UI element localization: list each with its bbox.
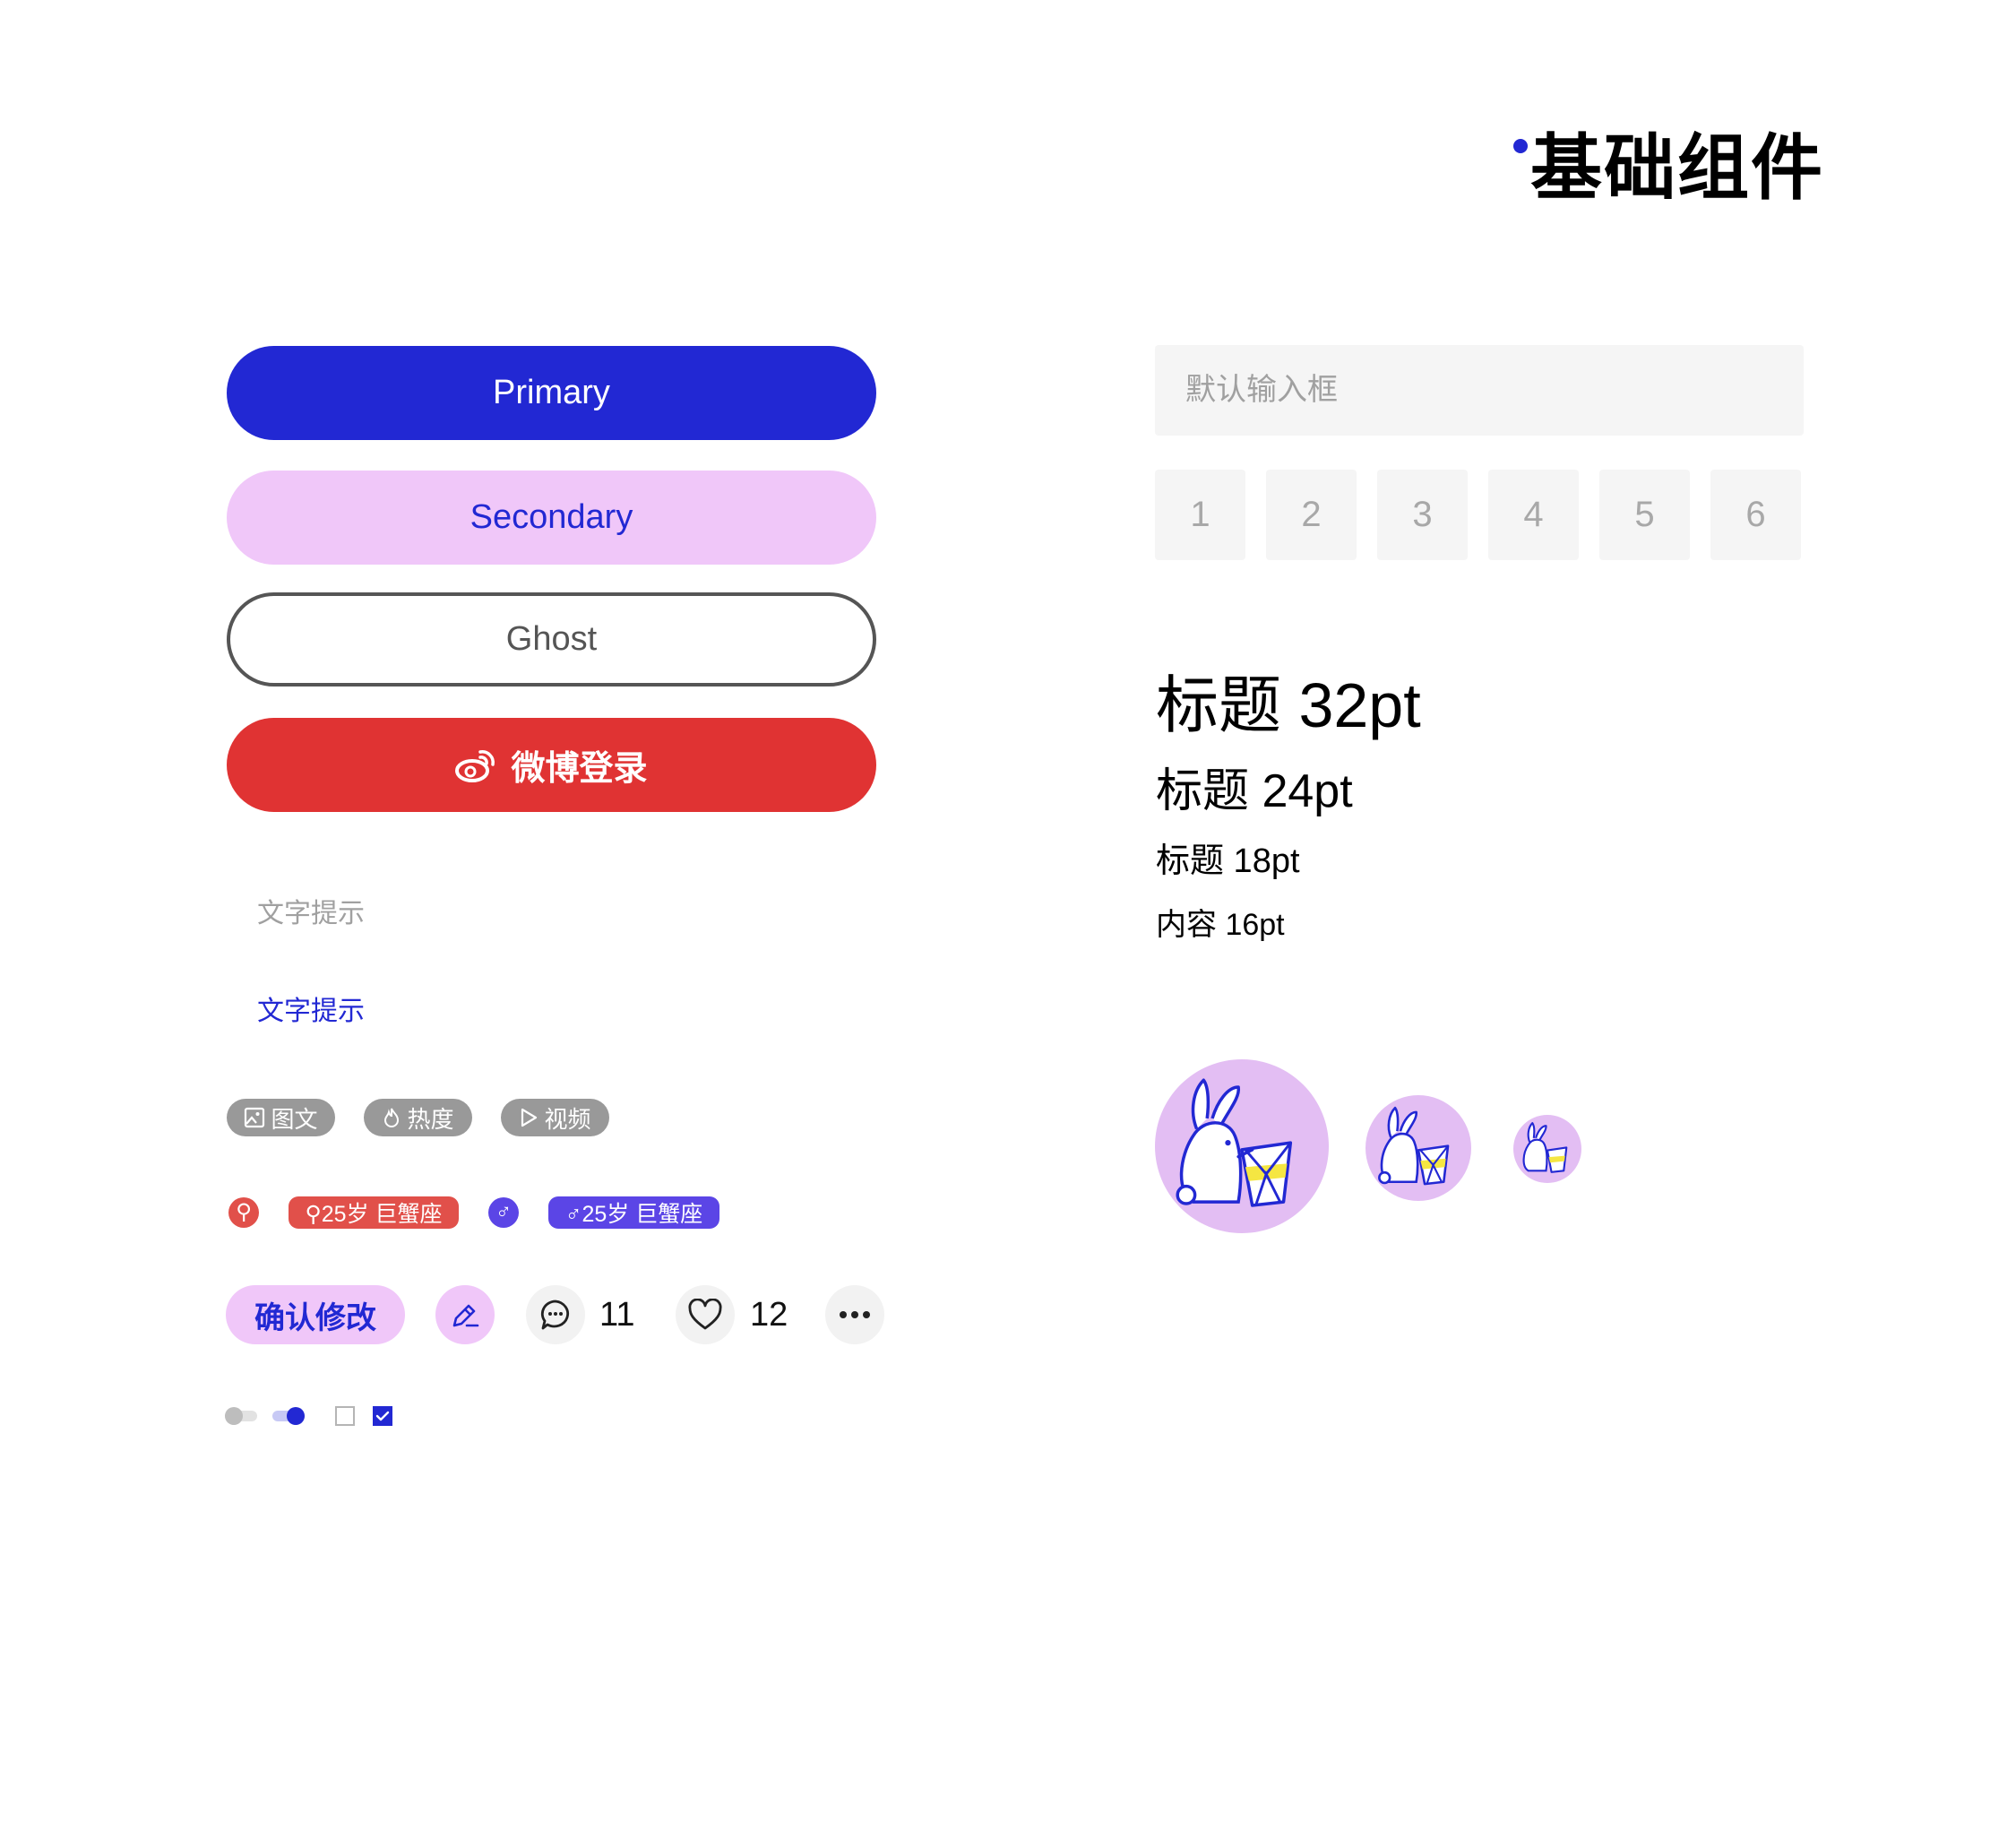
checkbox-unchecked[interactable]	[335, 1406, 355, 1426]
male-age-badge: ♂25岁 巨蟹座	[548, 1196, 719, 1229]
code-box-1[interactable]: 1	[1155, 470, 1245, 560]
title-accent-dot	[1513, 139, 1528, 153]
text-hint-link[interactable]: 文字提示	[257, 989, 365, 1028]
tag-label: 图文	[271, 1105, 318, 1133]
toggle-off[interactable]	[225, 1406, 257, 1426]
heart-icon	[688, 1299, 722, 1330]
more-button[interactable]	[825, 1285, 884, 1344]
flame-icon	[384, 1108, 400, 1127]
heading-24pt: 标题 24pt	[1156, 765, 1353, 817]
code-box-2[interactable]: 2	[1266, 470, 1357, 560]
like-button[interactable]	[676, 1285, 735, 1344]
comment-button[interactable]	[526, 1285, 585, 1344]
code-box-4[interactable]: 4	[1488, 470, 1579, 560]
edit-button[interactable]	[435, 1285, 495, 1344]
weibo-login-label: 微博登录	[511, 750, 648, 788]
tag-label: 热度	[407, 1105, 454, 1133]
male-gender-icon: ♂	[488, 1197, 519, 1228]
pen-icon	[452, 1304, 479, 1327]
check-icon	[375, 1411, 390, 1421]
rabbit-avatar-icon	[1522, 1122, 1568, 1173]
primary-button[interactable]: Primary	[227, 346, 876, 440]
tag-image-text[interactable]: 图文	[227, 1099, 335, 1136]
tag-label: 视频	[544, 1105, 591, 1133]
weibo-login-button[interactable]: 微博登录	[227, 718, 876, 812]
more-dots-icon	[840, 1311, 870, 1318]
comment-icon	[540, 1300, 570, 1330]
secondary-button[interactable]: Secondary	[227, 471, 876, 565]
comment-count: 11	[599, 1296, 635, 1334]
body-16pt: 内容 16pt	[1156, 908, 1285, 942]
code-box-5[interactable]: 5	[1599, 470, 1690, 560]
rabbit-avatar-icon	[1176, 1078, 1293, 1207]
tag-video[interactable]: 视频	[501, 1099, 609, 1136]
ghost-button[interactable]: Ghost	[227, 592, 876, 686]
image-icon	[245, 1107, 265, 1128]
play-icon	[521, 1108, 538, 1127]
tag-hot[interactable]: 热度	[364, 1099, 472, 1136]
avatar-small[interactable]	[1513, 1115, 1581, 1183]
avatar-medium[interactable]	[1366, 1095, 1471, 1201]
toggle-on[interactable]	[272, 1406, 305, 1426]
weibo-icon	[455, 749, 495, 782]
default-input[interactable]	[1155, 345, 1804, 436]
rabbit-avatar-icon	[1378, 1106, 1450, 1186]
text-hint-gray: 文字提示	[257, 899, 365, 928]
code-box-3[interactable]: 3	[1377, 470, 1468, 560]
code-box-6[interactable]: 6	[1710, 470, 1801, 560]
toggle-knob	[287, 1407, 305, 1425]
checkbox-checked[interactable]	[373, 1406, 392, 1426]
female-age-badge: ⚲25岁 巨蟹座	[289, 1196, 459, 1229]
heading-32pt: 标题 32pt	[1156, 670, 1421, 740]
toggle-knob	[225, 1407, 243, 1425]
avatar-large[interactable]	[1155, 1059, 1329, 1233]
heading-18pt: 标题 18pt	[1156, 842, 1300, 880]
page-title: 基础组件	[1530, 128, 1824, 208]
confirm-edit-button[interactable]: 确认修改	[226, 1285, 405, 1344]
female-gender-icon: ⚲	[228, 1197, 259, 1228]
like-count: 12	[750, 1296, 788, 1334]
